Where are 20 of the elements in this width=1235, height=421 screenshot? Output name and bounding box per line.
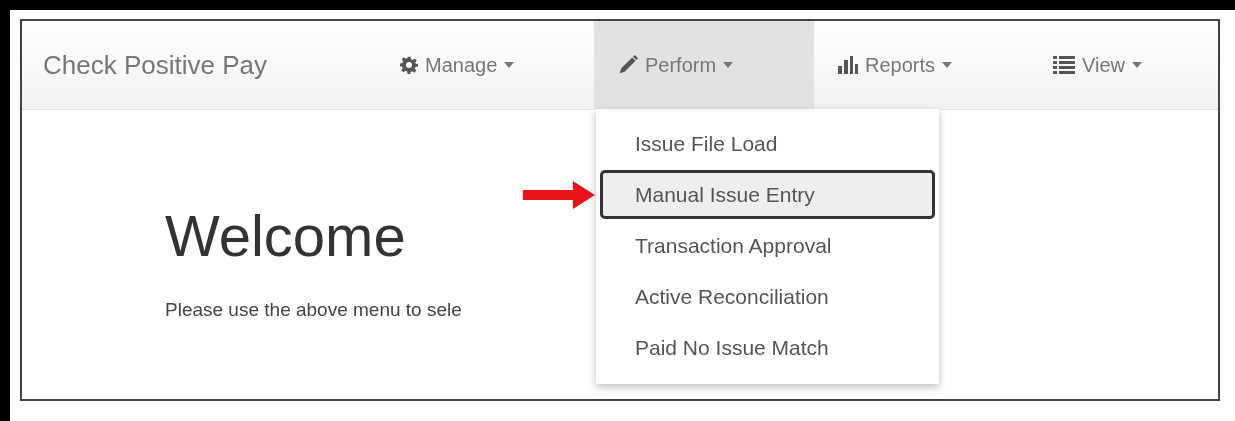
gear-icon — [400, 56, 418, 74]
caret-icon — [504, 62, 515, 68]
menu-item[interactable]: Issue File Load — [600, 119, 935, 168]
welcome-heading: Welcome — [165, 202, 406, 269]
app-brand[interactable]: Check Positive Pay — [22, 21, 376, 109]
instruction-text: Please use the above menu to sele — [165, 299, 462, 321]
caret-icon — [1132, 62, 1142, 68]
list-icon — [1053, 56, 1075, 74]
nav-menu[interactable]: Reports — [814, 21, 1029, 109]
pencil-icon — [618, 55, 638, 75]
nav-menu[interactable]: View — [1029, 21, 1179, 109]
caret-icon — [942, 62, 953, 68]
pointer-arrow — [523, 180, 595, 209]
menu-item[interactable]: Paid No Issue Match — [600, 323, 935, 372]
caret-icon — [723, 62, 734, 68]
menu-item[interactable]: Active Reconciliation — [600, 272, 935, 321]
bar-chart-icon — [838, 56, 858, 74]
menu-item[interactable]: Transaction Approval — [600, 221, 935, 270]
nav-menu[interactable]: Perform — [594, 21, 814, 109]
nav-menu[interactable]: Manage — [376, 21, 594, 109]
